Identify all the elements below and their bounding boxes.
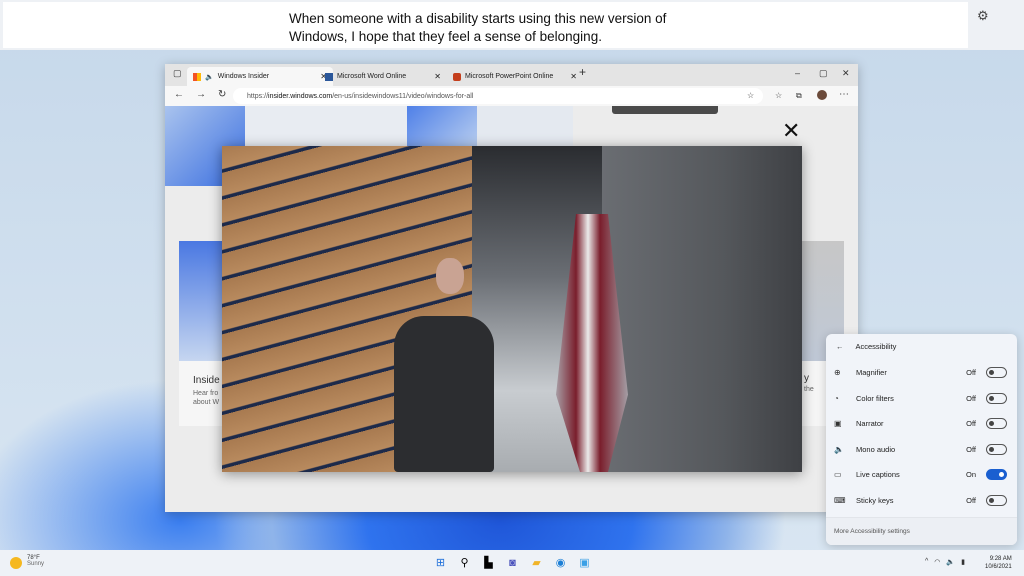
magnifier-icon: ⊕ xyxy=(834,367,841,377)
setting-state: Off xyxy=(966,393,976,403)
sun-icon xyxy=(10,557,22,569)
setting-state: Off xyxy=(966,444,976,454)
start-icon[interactable]: ⊞ xyxy=(433,555,448,570)
back-arrow-icon[interactable]: ← xyxy=(836,342,844,351)
video-gray-wall xyxy=(602,146,802,472)
setting-mono-audio: 🔈 Mono audio Off xyxy=(834,442,1007,456)
wallpaper-preview xyxy=(407,106,477,146)
tab-label: Microsoft PowerPoint Online xyxy=(465,73,554,80)
volume-icon[interactable]: 🔈 xyxy=(946,558,955,566)
sticky-keys-toggle[interactable] xyxy=(986,494,1007,506)
maximize-button[interactable]: ▢ xyxy=(819,68,828,79)
powerpoint-icon xyxy=(453,72,461,81)
date: 10/6/2021 xyxy=(985,564,1012,570)
gear-icon[interactable]: ⚙ xyxy=(977,8,989,24)
mono-audio-toggle[interactable] xyxy=(986,443,1007,455)
minimize-button[interactable]: – xyxy=(795,68,800,78)
setting-narrator: ▣ Narrator Off xyxy=(834,416,1007,430)
tab-bar: ▢ 🔈 Windows Insider ✕ Microsoft Word Onl… xyxy=(165,64,858,86)
quick-settings-preview xyxy=(477,106,573,146)
time: 9:28 AM xyxy=(989,556,1012,562)
narrator-icon: ▣ xyxy=(834,418,842,428)
narrator-toggle[interactable] xyxy=(986,417,1007,429)
video-player[interactable] xyxy=(222,146,802,472)
favorites-icon[interactable]: ☆ xyxy=(775,91,782,100)
favorite-star-icon[interactable]: ☆ xyxy=(747,91,754,100)
more-accessibility-settings-link[interactable]: More Accessibility settings xyxy=(826,517,1017,545)
setting-state: Off xyxy=(966,418,976,428)
battery-icon[interactable]: ▮ xyxy=(961,558,965,566)
close-tab-icon[interactable]: ✕ xyxy=(570,72,577,81)
tab-actions-icon[interactable]: ▢ xyxy=(173,68,182,79)
weather-condition: Sunny xyxy=(27,561,45,567)
taskbar-apps: ⊞ ⚲ ▙ ◙ ▰ ◉ ▣ xyxy=(433,555,592,570)
caption-text: When someone with a disability starts us… xyxy=(289,11,667,44)
taskbar: 78°F Sunny ⊞ ⚲ ▙ ◙ ▰ ◉ ▣ ^ ◠ 🔈 ▮ 9:28 AM … xyxy=(0,550,1024,576)
setting-color-filters: ◔ Color filters Off xyxy=(834,391,1007,405)
setting-label: Sticky keys xyxy=(856,495,894,505)
color-filters-toggle[interactable] xyxy=(986,392,1007,404)
color-filters-icon: ◔ xyxy=(834,393,839,403)
start-menu-preview xyxy=(245,106,407,146)
back-icon[interactable]: ← xyxy=(174,89,184,100)
url-domain: insider.windows.com xyxy=(268,92,333,100)
collections-icon[interactable]: ⧉ xyxy=(796,91,802,101)
task-view-icon[interactable]: ▙ xyxy=(481,555,496,570)
video-person-wheelchair xyxy=(394,316,494,472)
close-video-button[interactable]: ✕ xyxy=(782,118,800,144)
setting-state: Off xyxy=(966,367,976,377)
tab-word-online[interactable]: Microsoft Word Online ✕ xyxy=(319,67,447,86)
setting-sticky-keys: ⌨ Sticky keys Off xyxy=(834,493,1007,507)
more-menu-icon[interactable]: ⋯ xyxy=(839,89,849,100)
file-explorer-icon[interactable]: ▰ xyxy=(529,555,544,570)
system-tray[interactable]: ^ ◠ 🔈 ▮ xyxy=(925,558,965,566)
url-path: /en-us/insidewindows11/video/windows-for… xyxy=(332,92,474,100)
sticky-keys-icon: ⌨ xyxy=(834,495,846,505)
close-window-button[interactable]: ✕ xyxy=(842,68,850,79)
tab-label: Microsoft Word Online xyxy=(337,73,407,80)
url-input[interactable]: https://insider.windows.com/en-us/inside… xyxy=(233,88,763,104)
url-prefix: https:// xyxy=(247,92,269,100)
forward-icon[interactable]: → xyxy=(196,89,206,100)
search-icon[interactable]: ⚲ xyxy=(457,555,472,570)
windows-insider-favicon xyxy=(193,72,201,81)
setting-label: Magnifier xyxy=(856,367,887,377)
chat-icon[interactable]: ◙ xyxy=(505,555,520,570)
setting-magnifier: ⊕ Magnifier Off xyxy=(834,365,1007,379)
tab-label: Windows Insider xyxy=(217,73,270,80)
tab-windows-insider[interactable]: 🔈 Windows Insider ✕ xyxy=(187,67,333,86)
edge-icon[interactable]: ◉ xyxy=(553,555,568,570)
profile-avatar[interactable] xyxy=(817,90,827,100)
store-icon[interactable]: ▣ xyxy=(577,555,592,570)
wifi-icon[interactable]: ◠ xyxy=(934,558,940,566)
accessibility-flyout: ← Accessibility ⊕ Magnifier Off ◔ Color fil… xyxy=(826,334,1017,545)
audio-icon: 🔈 xyxy=(205,73,214,81)
address-bar-row: ← → ↻ https://insider.windows.com/en-us/… xyxy=(165,86,858,106)
flyout-title: Accessibility xyxy=(855,342,897,351)
watch-button[interactable] xyxy=(612,106,718,114)
setting-label: Mono audio xyxy=(856,444,896,454)
setting-live-captions: ▭ Live captions On xyxy=(834,467,1007,481)
tab-powerpoint-online[interactable]: Microsoft PowerPoint Online ✕ xyxy=(447,67,583,86)
live-captions-icon: ▭ xyxy=(834,469,842,479)
setting-state: On xyxy=(965,469,976,479)
chevron-up-icon[interactable]: ^ xyxy=(925,558,928,566)
setting-label: Color filters xyxy=(856,393,894,403)
weather-widget[interactable]: 78°F Sunny xyxy=(10,555,44,569)
setting-label: Live captions xyxy=(856,469,900,479)
magnifier-toggle[interactable] xyxy=(986,366,1007,378)
mono-audio-icon: 🔈 xyxy=(834,444,844,454)
new-tab-button[interactable]: + xyxy=(579,65,586,79)
video-person-head xyxy=(436,258,464,294)
live-captions-toggle[interactable] xyxy=(986,468,1007,480)
live-captions-bar: When someone with a disability starts us… xyxy=(0,0,1024,50)
close-tab-icon[interactable]: ✕ xyxy=(434,72,441,81)
clock[interactable]: 9:28 AM 10/6/2021 xyxy=(985,555,1012,571)
refresh-icon[interactable]: ↻ xyxy=(218,89,226,100)
setting-label: Narrator xyxy=(856,418,884,428)
setting-state: Off xyxy=(966,495,976,505)
word-icon xyxy=(325,72,333,81)
